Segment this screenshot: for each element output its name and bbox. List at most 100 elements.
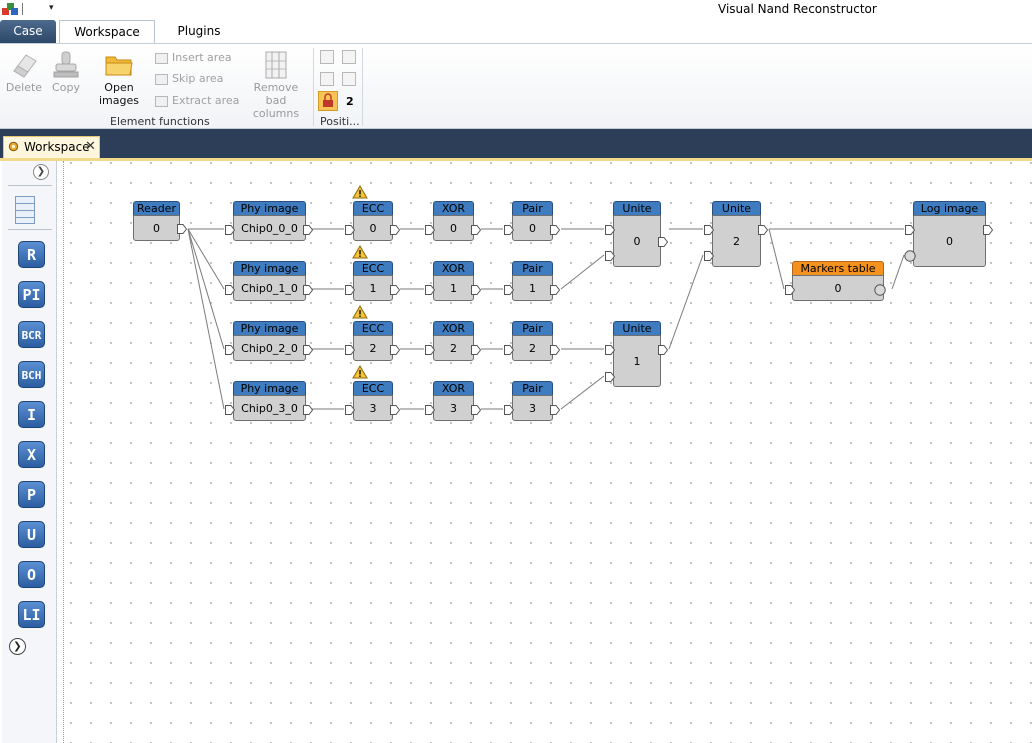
node-phy-image-3[interactable]: Phy image Chip0_3_0 [233, 381, 306, 421]
node-log-image[interactable]: Log image 0 [913, 201, 986, 267]
input-port-icon[interactable] [424, 404, 436, 416]
node-phy-image-1[interactable]: Phy image Chip0_1_0 [233, 261, 306, 301]
input-port-icon[interactable] [503, 404, 515, 416]
input-port-icon[interactable] [784, 284, 796, 296]
node-value-text: 0 [633, 235, 641, 248]
output-port-icon[interactable] [470, 284, 482, 296]
input-port-icon[interactable] [224, 344, 236, 356]
node-pair-3[interactable]: Pair 3 [512, 381, 553, 421]
node-xor-3[interactable]: XOR 3 [433, 381, 474, 421]
node-title: ECC [353, 381, 393, 395]
node-ecc-2[interactable]: ECC 2 [353, 321, 393, 361]
output-port-icon[interactable] [549, 344, 561, 356]
node-value: 2 [512, 335, 553, 361]
node-title: Pair [512, 321, 553, 335]
node-value: 0 [913, 215, 986, 267]
output-port-icon[interactable] [657, 236, 669, 248]
node-ecc-3[interactable]: ECC 3 [353, 381, 393, 421]
output-port-icon[interactable] [389, 284, 401, 296]
node-pair-2[interactable]: Pair 2 [512, 321, 553, 361]
node-value: 1 [353, 275, 393, 301]
input-port-icon[interactable] [224, 224, 236, 236]
output-port-icon[interactable] [549, 224, 561, 236]
output-port-icon[interactable] [470, 404, 482, 416]
node-ecc-1[interactable]: ECC 1 [353, 261, 393, 301]
node-value: 0 [433, 215, 474, 241]
node-value-text: 0 [153, 222, 160, 235]
input-port-icon[interactable] [604, 224, 616, 236]
node-title: Unite [613, 321, 661, 335]
node-value-text: 0 [369, 222, 377, 235]
node-value: 2 [353, 335, 393, 361]
output-port-icon[interactable] [757, 224, 769, 236]
input-port-icon[interactable] [424, 224, 436, 236]
node-xor-1[interactable]: XOR 1 [433, 261, 474, 301]
node-ecc-0[interactable]: ECC 0 [353, 201, 393, 241]
node-reader[interactable]: Reader 0 [133, 201, 180, 241]
node-unite-0[interactable]: Unite 0 [613, 201, 661, 267]
node-value: 3 [512, 395, 553, 421]
node-value-text: 2 [450, 342, 457, 355]
output-port-icon[interactable] [177, 224, 187, 234]
output-port-icon[interactable] [302, 284, 314, 296]
input-port-icon[interactable] [904, 224, 916, 236]
node-xor-2[interactable]: XOR 2 [433, 321, 474, 361]
input-port-icon[interactable] [703, 250, 715, 262]
node-value-text: 0 [450, 222, 457, 235]
output-port-icon[interactable] [470, 224, 482, 236]
node-title: XOR [433, 321, 474, 335]
output-port-icon[interactable] [549, 404, 561, 416]
output-port-icon[interactable] [549, 284, 561, 296]
input-port-icon[interactable] [344, 404, 356, 416]
output-port-icon[interactable] [302, 344, 314, 356]
output-port-icon[interactable] [389, 224, 401, 236]
output-port-icon[interactable] [389, 344, 401, 356]
input-port-icon[interactable] [344, 344, 356, 356]
output-port-icon[interactable] [302, 224, 314, 236]
node-pair-0[interactable]: Pair 0 [512, 201, 553, 241]
node-xor-0[interactable]: XOR 0 [433, 201, 474, 241]
input-port-icon[interactable] [503, 344, 515, 356]
node-pair-1[interactable]: Pair 1 [512, 261, 553, 301]
output-port-icon[interactable] [982, 224, 994, 236]
circle-port-icon[interactable] [874, 284, 886, 296]
node-value: 3 [433, 395, 474, 421]
node-value-text: 2 [529, 342, 536, 355]
node-unite-1[interactable]: Unite 1 [613, 321, 661, 387]
input-port-icon[interactable] [224, 404, 236, 416]
node-value: 0 [613, 215, 661, 267]
output-port-icon[interactable] [302, 404, 314, 416]
input-port-icon[interactable] [604, 250, 616, 262]
input-port-icon[interactable] [344, 284, 356, 296]
node-value-text: 1 [633, 355, 641, 368]
node-title: Pair [512, 381, 553, 395]
warning-icon [352, 365, 368, 379]
node-title: ECC [353, 321, 393, 335]
input-port-icon[interactable] [224, 284, 236, 296]
output-port-icon[interactable] [470, 344, 482, 356]
node-value: Chip0_1_0 [233, 275, 306, 301]
node-value-text: Chip0_2_0 [241, 342, 298, 355]
node-value: 1 [512, 275, 553, 301]
input-port-icon[interactable] [604, 344, 616, 356]
input-port-icon[interactable] [503, 284, 515, 296]
node-phy-image-0[interactable]: Phy image Chip0_0_0 [233, 201, 306, 241]
node-value: Chip0_2_0 [233, 335, 306, 361]
node-markers-table[interactable]: Markers table 0 [792, 261, 884, 301]
input-port-icon[interactable] [424, 344, 436, 356]
output-port-icon[interactable] [389, 404, 401, 416]
node-unite-2[interactable]: Unite 2 [712, 201, 761, 267]
circle-port-icon[interactable] [904, 250, 916, 262]
node-phy-image-2[interactable]: Phy image Chip0_2_0 [233, 321, 306, 361]
node-value-text: 0 [529, 222, 536, 235]
node-title: ECC [353, 201, 393, 215]
output-port-icon[interactable] [657, 344, 669, 356]
input-port-icon[interactable] [503, 224, 515, 236]
input-port-icon[interactable] [344, 224, 356, 236]
input-port-icon[interactable] [703, 224, 715, 236]
input-port-icon[interactable] [604, 371, 616, 383]
node-value: 1 [433, 275, 474, 301]
node-title: Markers table [792, 261, 884, 275]
node-value-text: 3 [450, 402, 457, 415]
input-port-icon[interactable] [424, 284, 436, 296]
